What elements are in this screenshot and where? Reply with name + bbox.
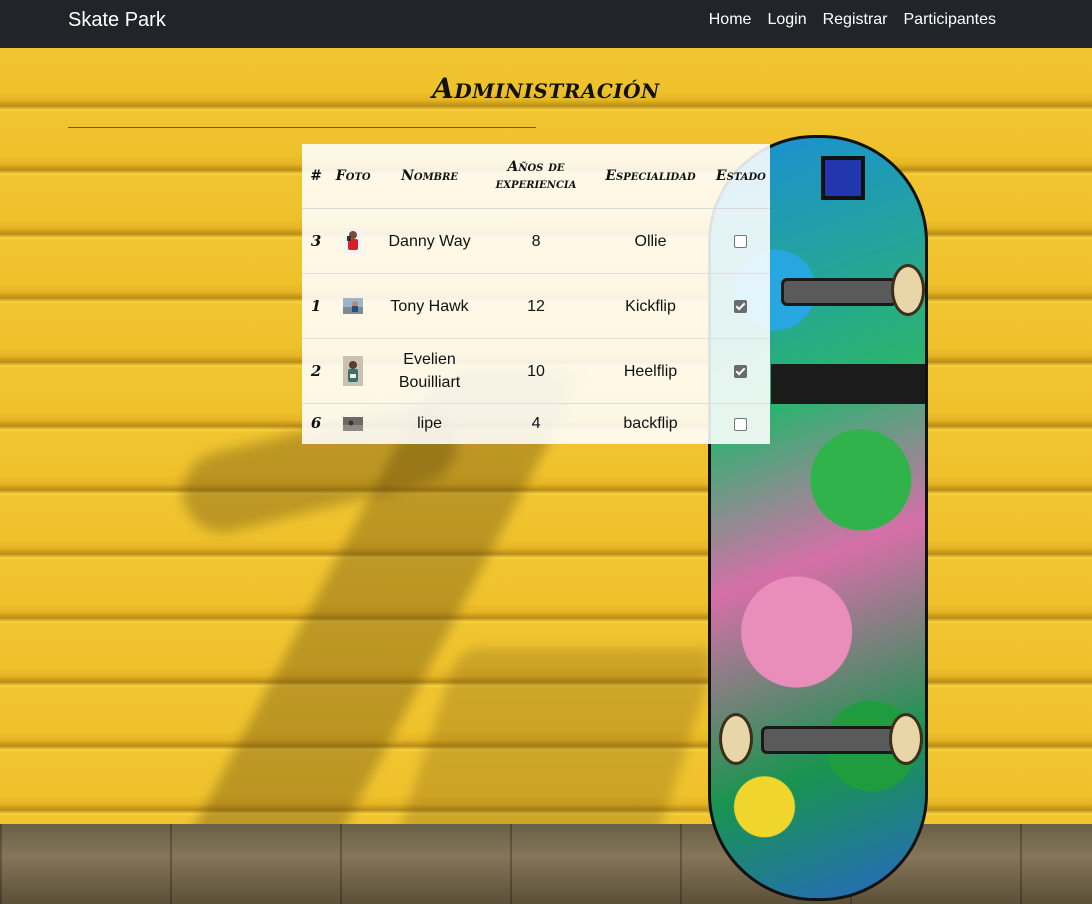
nav-links: Home Login Registrar Participantes	[709, 11, 996, 29]
header-specialty: Especialidad	[589, 144, 712, 209]
brand-link[interactable]: Skate Park	[68, 9, 166, 32]
ground-tiles	[0, 824, 1092, 904]
cell-id: 1	[302, 273, 331, 339]
nav-link-registrar[interactable]: Registrar	[823, 11, 888, 29]
header-photo: Foto	[330, 144, 377, 209]
cell-photo	[330, 338, 377, 404]
table-header-row: # Foto Nombre Años de experiencia Especi…	[302, 144, 770, 209]
participant-photo	[344, 228, 363, 254]
cell-photo	[330, 208, 377, 274]
cell-id: 3	[302, 208, 331, 274]
cell-specialty: Heelflip	[589, 338, 712, 404]
cell-id: 6	[302, 403, 331, 444]
status-checkbox[interactable]	[734, 234, 748, 248]
table-row: 3 Danny Way 8 Ollie	[302, 208, 770, 274]
participant-photo	[343, 417, 364, 432]
skateboard-graphic	[821, 156, 865, 200]
navbar: Skate Park Home Login Registrar Particip…	[0, 0, 1092, 48]
nav-link-home[interactable]: Home	[709, 11, 752, 29]
participant-photo	[343, 356, 364, 386]
page-title: Administración	[432, 72, 660, 105]
header-status: Estado	[711, 144, 770, 209]
header-name: Nombre	[376, 144, 483, 209]
status-checkbox[interactable]	[734, 299, 748, 313]
skateboard-wheel	[889, 713, 923, 765]
table-row: 2 Evelien Bouilliart 10 Heelflip	[302, 338, 770, 404]
cell-specialty: Kickflip	[589, 273, 712, 339]
skateboard-truck-bottom	[761, 726, 897, 754]
cell-specialty: Ollie	[589, 208, 712, 274]
skateboard-wheel	[891, 264, 925, 316]
status-checkbox[interactable]	[734, 364, 748, 378]
cell-name: Danny Way	[376, 208, 483, 274]
cell-years: 12	[482, 273, 590, 339]
participants-table: # Foto Nombre Años de experiencia Especi…	[302, 144, 770, 444]
cell-status	[711, 208, 770, 274]
cell-years: 8	[482, 208, 590, 274]
nav-link-login[interactable]: Login	[767, 11, 806, 29]
participant-photo	[343, 298, 364, 315]
cell-years: 4	[482, 403, 590, 444]
cell-status	[711, 273, 770, 339]
title-divider	[68, 127, 536, 128]
cell-years: 10	[482, 338, 590, 404]
nav-link-participantes[interactable]: Participantes	[904, 11, 997, 29]
cell-name: Tony Hawk	[376, 273, 483, 339]
cell-photo	[330, 403, 377, 444]
table-row: 1 Tony Hawk 12 Kickflip	[302, 273, 770, 339]
cell-name: Evelien Bouilliart	[376, 338, 483, 404]
participants-table-container: # Foto Nombre Años de experiencia Especi…	[302, 144, 770, 444]
skateboard-truck-top	[781, 278, 897, 306]
table-row: 6 lipe 4 backflip	[302, 403, 770, 444]
cell-name: lipe	[376, 403, 483, 444]
cell-specialty: backflip	[589, 403, 712, 444]
cell-status	[711, 403, 770, 444]
cell-photo	[330, 273, 377, 339]
status-checkbox[interactable]	[734, 417, 748, 431]
skateboard-wheel	[719, 713, 753, 765]
cell-id: 2	[302, 338, 331, 404]
header-id: #	[302, 144, 331, 209]
cell-status	[711, 338, 770, 404]
skateboard-band	[771, 364, 925, 404]
header-years: Años de experiencia	[482, 144, 590, 209]
